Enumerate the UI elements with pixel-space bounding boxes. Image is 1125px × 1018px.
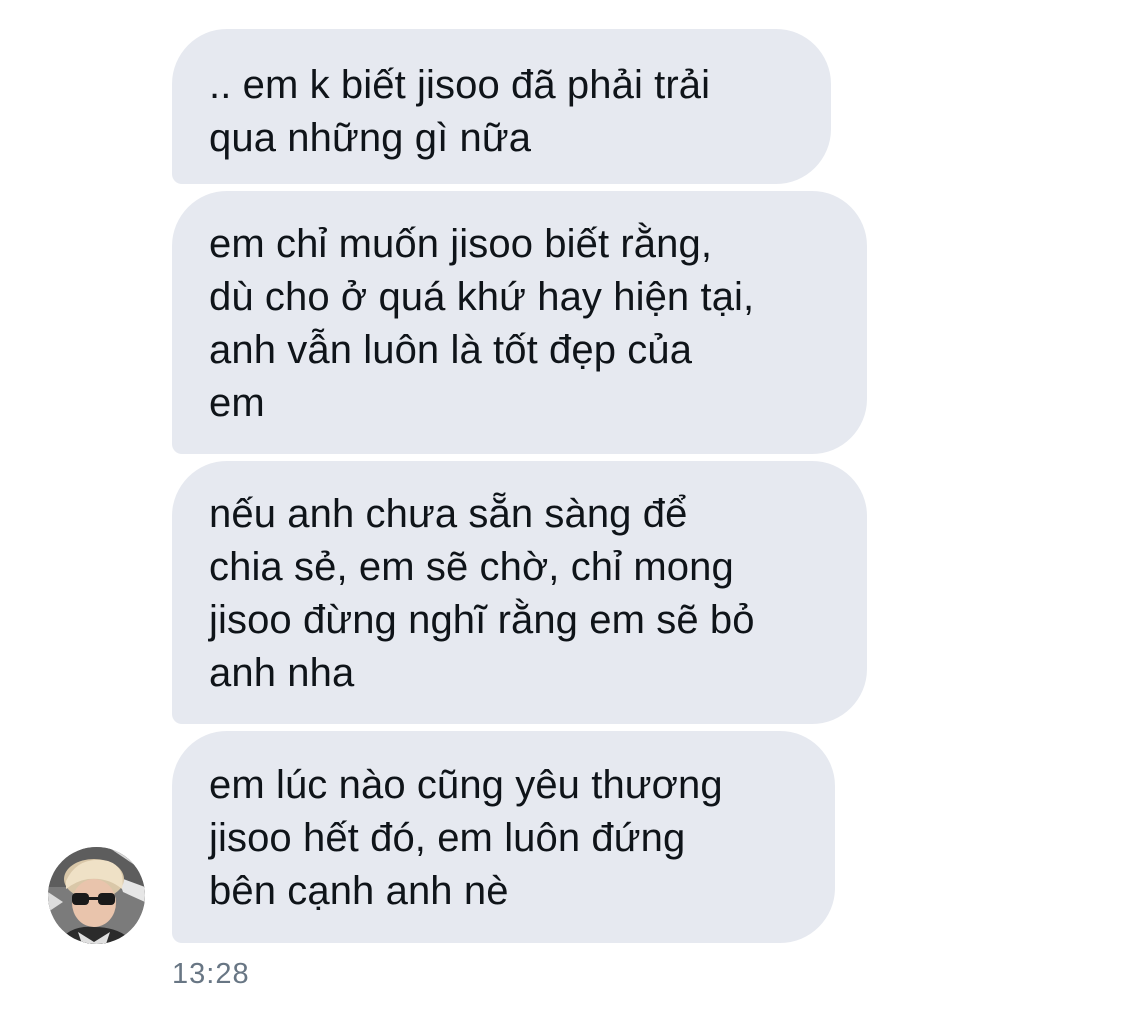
message-bubble[interactable]: em lúc nào cũng yêu thương jisoo hết đó,… (172, 731, 835, 943)
message-timestamp: 13:28 (172, 958, 250, 990)
sender-avatar[interactable] (48, 847, 145, 944)
message-bubble[interactable]: nếu anh chưa sẵn sàng để chia sẻ, em sẽ … (172, 461, 867, 724)
message-bubble[interactable]: em chỉ muốn jisoo biết rằng, dù cho ở qu… (172, 191, 867, 454)
user-avatar-photo-icon (48, 847, 145, 944)
message-bubble[interactable]: .. em k biết jisoo đã phải trải qua nhữn… (172, 29, 831, 184)
message-thread: .. em k biết jisoo đã phải trải qua nhữn… (0, 0, 1125, 1018)
